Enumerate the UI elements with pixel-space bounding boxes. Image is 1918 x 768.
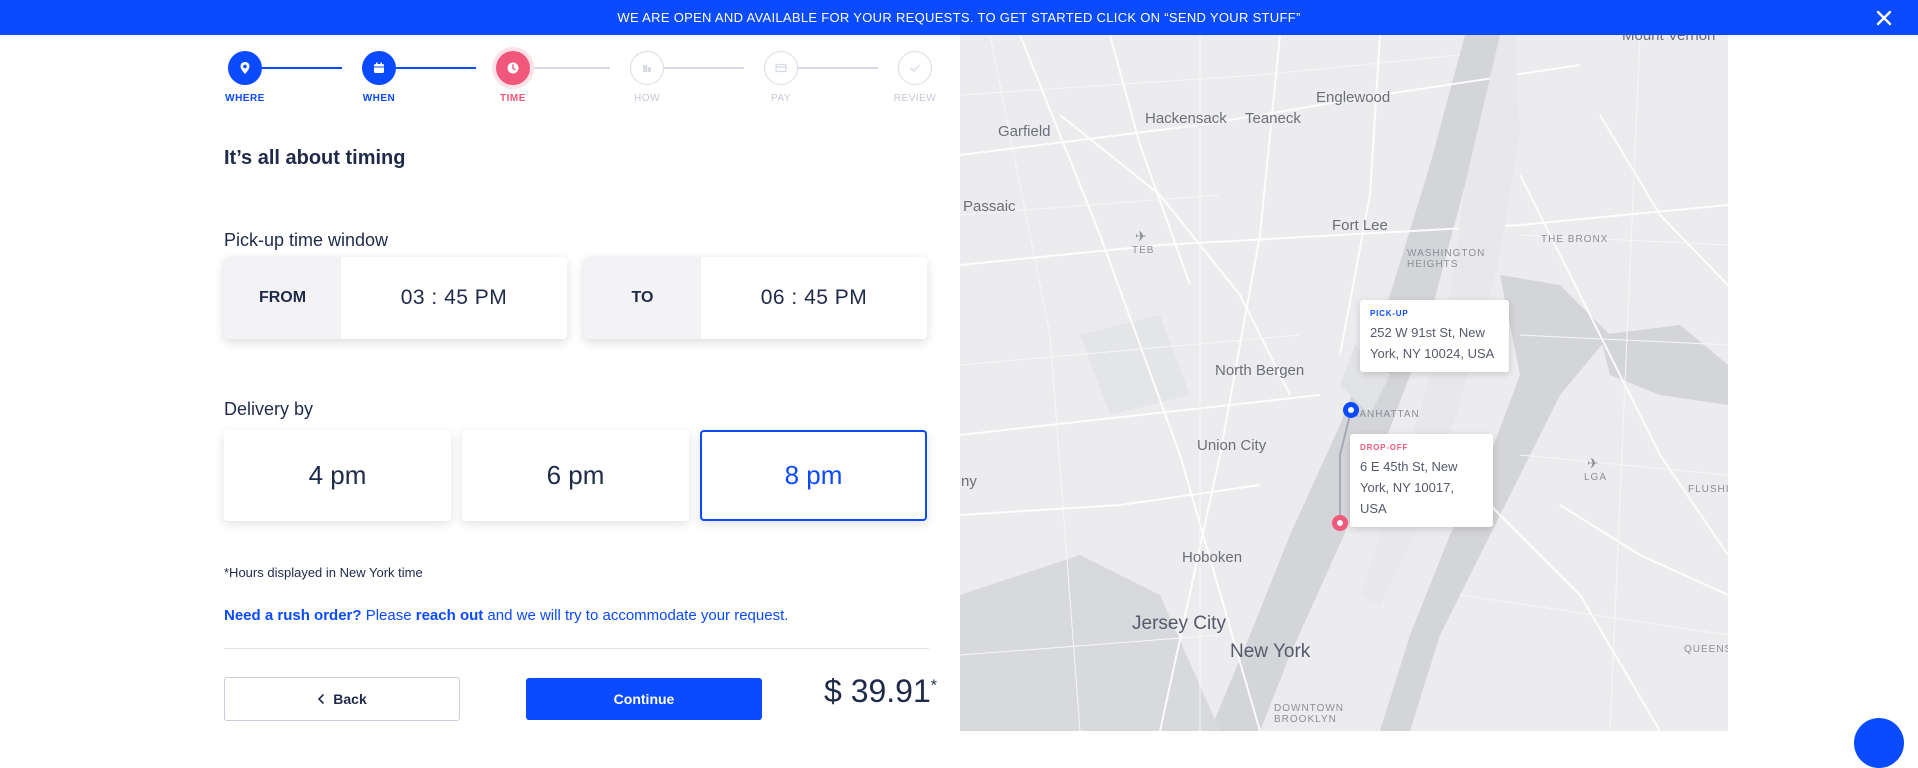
step-label: TIME bbox=[500, 93, 526, 104]
chat-icon[interactable] bbox=[1854, 718, 1904, 768]
rush-please: Please bbox=[361, 607, 416, 624]
timezone-note: *Hours displayed in New York time bbox=[224, 565, 423, 580]
map-label-union-city: Union City bbox=[1197, 437, 1267, 454]
map-label-hackensack: Hackensack bbox=[1145, 110, 1227, 127]
map-label-lga: LGA bbox=[1584, 472, 1608, 483]
delivery-option-6pm[interactable]: 6 pm bbox=[462, 430, 689, 521]
calendar-icon bbox=[362, 51, 396, 85]
step-how[interactable]: HOW bbox=[617, 51, 677, 104]
box-icon bbox=[630, 51, 664, 85]
map-label-new-york: New York bbox=[1230, 641, 1311, 662]
dropoff-popup[interactable]: DROP-OFF 6 E 45th St, New York, NY 10017… bbox=[1350, 434, 1493, 527]
pickup-popup[interactable]: PICK-UP 252 W 91st St, New York, NY 1002… bbox=[1360, 300, 1509, 372]
pickup-address: 252 W 91st St, New York, NY 10024, USA bbox=[1370, 325, 1495, 361]
announcement-banner: WE ARE OPEN AND AVAILABLE FOR YOUR REQUE… bbox=[0, 0, 1918, 35]
to-tag: TO bbox=[584, 257, 701, 339]
map-label-passaic: Passaic bbox=[963, 198, 1016, 215]
reach-out-link[interactable]: reach out bbox=[416, 607, 484, 624]
pickup-from-field[interactable]: FROM 03 : 45 PM bbox=[224, 257, 567, 339]
pickup-popup-tag: PICK-UP bbox=[1370, 309, 1409, 318]
price-asterisk: * bbox=[930, 677, 937, 695]
delivery-by-label: Delivery by bbox=[224, 399, 314, 419]
step-label: REVIEW bbox=[893, 93, 937, 104]
chevron-left-icon bbox=[318, 694, 325, 704]
step-label: WHERE bbox=[225, 93, 265, 104]
map-label-washington-heights: WASHINGTON HEIGHTS bbox=[1407, 248, 1486, 270]
price-total: $ 39.91* bbox=[824, 673, 937, 710]
dropoff-popup-tag: DROP-OFF bbox=[1360, 443, 1409, 452]
step-label: WHEN bbox=[362, 93, 396, 104]
price-amount: $ 39.91 bbox=[824, 673, 931, 709]
pickup-to-field[interactable]: TO 06 : 45 PM bbox=[584, 257, 927, 339]
step-when[interactable]: WHEN bbox=[349, 51, 409, 104]
credit-card-icon bbox=[764, 51, 798, 85]
step-where[interactable]: WHERE bbox=[215, 51, 275, 104]
map-label-englewood: Englewood bbox=[1316, 89, 1391, 106]
dropoff-pin-icon[interactable] bbox=[1332, 515, 1348, 531]
pickup-window-label: Pick-up time window bbox=[224, 230, 389, 250]
map-label-fragment: ny bbox=[961, 473, 977, 490]
divider bbox=[224, 648, 929, 649]
step-label: PAY bbox=[770, 93, 792, 104]
step-time[interactable]: TIME bbox=[483, 51, 543, 104]
step-review[interactable]: REVIEW bbox=[885, 51, 945, 104]
right-margin bbox=[1728, 35, 1918, 731]
back-button-label: Back bbox=[333, 691, 367, 707]
pickup-pin-icon[interactable] bbox=[1343, 402, 1359, 418]
rush-order-text: Need a rush order? Please reach out and … bbox=[224, 607, 788, 624]
rush-tail: and we will try to accommodate your requ… bbox=[483, 607, 789, 624]
clock-icon bbox=[496, 51, 530, 85]
booking-form-panel: WHERE WHEN TIME HOW PAY REVIEW It’s all … bbox=[0, 35, 960, 731]
map-label-manhattan: MANHATTAN bbox=[1350, 409, 1420, 420]
map-label-fort-lee: Fort Lee bbox=[1332, 217, 1388, 234]
map-label-garfield: Garfield bbox=[998, 123, 1051, 140]
map-label-flushing: FLUSHI bbox=[1688, 484, 1728, 495]
map-label-jersey-city: Jersey City bbox=[1132, 613, 1226, 634]
delivery-option-8pm[interactable]: 8 pm bbox=[700, 430, 927, 521]
step-label: HOW bbox=[634, 93, 660, 104]
map-label-north-bergen: North Bergen bbox=[1215, 362, 1305, 379]
rush-order-lead: Need a rush order? bbox=[224, 607, 362, 624]
to-time-value[interactable]: 06 : 45 PM bbox=[701, 257, 927, 339]
page-title: It’s all about timing bbox=[224, 147, 406, 169]
delivery-option-4pm[interactable]: 4 pm bbox=[224, 430, 451, 521]
map-label-queens: QUEENS bbox=[1684, 644, 1728, 655]
map-label-hoboken: Hoboken bbox=[1182, 549, 1243, 566]
map-label-mount-vernon: Mount Vernon bbox=[1622, 35, 1716, 44]
dropoff-address: 6 E 45th St, New York, NY 10017, USA bbox=[1360, 459, 1458, 516]
airport-lga-icon: ✈ bbox=[1587, 455, 1599, 471]
banner-text: WE ARE OPEN AND AVAILABLE FOR YOUR REQUE… bbox=[617, 10, 1301, 25]
check-icon bbox=[898, 51, 932, 85]
map-label-downtown-brooklyn: DOWNTOWN BROOKLYN bbox=[1274, 703, 1345, 725]
continue-button[interactable]: Continue bbox=[526, 678, 762, 720]
map-label-teaneck: Teaneck bbox=[1245, 110, 1301, 127]
step-pay[interactable]: PAY bbox=[751, 51, 811, 104]
map-label-the-bronx: THE BRONX bbox=[1541, 234, 1609, 245]
map-base bbox=[960, 35, 1728, 731]
airport-teb-icon: ✈ bbox=[1135, 228, 1147, 244]
location-pin-icon bbox=[228, 51, 262, 85]
close-icon[interactable] bbox=[1874, 8, 1894, 28]
progress-stepper: WHERE WHEN TIME HOW PAY REVIEW bbox=[224, 51, 936, 121]
from-time-value[interactable]: 03 : 45 PM bbox=[341, 257, 567, 339]
back-button[interactable]: Back bbox=[224, 677, 460, 721]
map-label-teb: TEB bbox=[1132, 245, 1155, 256]
route-map[interactable]: Mount Vernon Englewood Garfield Hackensa… bbox=[960, 35, 1728, 731]
from-tag: FROM bbox=[224, 257, 341, 339]
